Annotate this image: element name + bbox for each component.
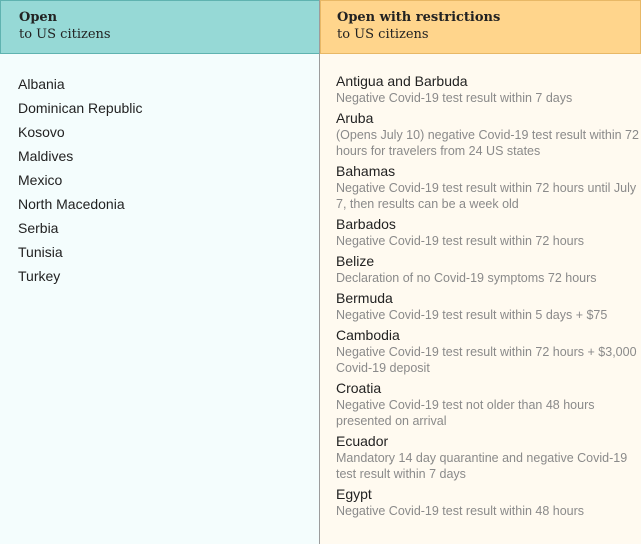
country-note: Declaration of no Covid-19 symptoms 72 h… — [336, 271, 597, 285]
list-item: Dominican Republic — [18, 100, 143, 116]
list-item: Bahamas Negative Covid-19 test result wi… — [336, 163, 641, 212]
country-name: Bermuda — [336, 290, 393, 306]
restricted-title: Open with restrictions — [337, 10, 501, 25]
list-item: Egypt Negative Covid-19 test result with… — [336, 486, 641, 519]
restricted-column: Open with restrictions to US citizens An… — [320, 0, 641, 544]
list-item: North Macedonia — [18, 196, 125, 212]
list-item: Mexico — [18, 172, 63, 188]
country-name: Belize — [336, 253, 375, 269]
country-note: Mandatory 14 day quarantine and negative… — [336, 451, 628, 481]
list-item: Barbados Negative Covid-19 test result w… — [336, 216, 641, 249]
restricted-header: Open with restrictions to US citizens — [320, 0, 641, 54]
list-item: Tunisia — [18, 244, 63, 260]
country-name: Croatia — [336, 380, 382, 396]
country-name: Egypt — [336, 486, 372, 502]
country-note: Negative Covid-19 test result within 5 d… — [336, 308, 608, 322]
country-note: Negative Covid-19 test result within 7 d… — [336, 91, 573, 105]
country-note: Negative Covid-19 test not older than 48… — [336, 398, 595, 428]
list-item: Cambodia Negative Covid-19 test result w… — [336, 327, 641, 376]
country-note: Negative Covid-19 test result within 72 … — [336, 345, 637, 375]
list-item: Turkey — [18, 268, 61, 284]
restricted-subtitle: to US citizens — [337, 27, 429, 42]
country-note: Negative Covid-19 test result within 72 … — [336, 181, 637, 211]
country-note: (Opens July 10) negative Covid-19 test r… — [336, 128, 639, 158]
open-column: Open to US citizens Albania Dominican Re… — [0, 0, 320, 544]
country-name: Aruba — [336, 110, 374, 126]
country-name: Antigua and Barbuda — [336, 73, 468, 89]
open-subtitle: to US citizens — [19, 27, 111, 42]
list-item: Albania — [18, 76, 65, 92]
list-item: Serbia — [18, 220, 59, 236]
open-country-list: Albania Dominican Republic Kosovo Maldiv… — [0, 54, 320, 288]
country-name: Barbados — [336, 216, 396, 232]
open-title: Open — [19, 10, 58, 25]
country-name: Ecuador — [336, 433, 389, 449]
restricted-country-list: Antigua and Barbuda Negative Covid-19 te… — [320, 54, 641, 519]
list-item: Kosovo — [18, 124, 65, 140]
open-header: Open to US citizens — [0, 0, 320, 54]
country-note: Negative Covid-19 test result within 48 … — [336, 504, 585, 518]
list-item: Antigua and Barbuda Negative Covid-19 te… — [336, 73, 641, 106]
list-item: Aruba (Opens July 10) negative Covid-19 … — [336, 110, 641, 159]
list-item: Belize Declaration of no Covid-19 sympto… — [336, 253, 641, 286]
list-item: Croatia Negative Covid-19 test not older… — [336, 380, 641, 429]
country-note: Negative Covid-19 test result within 72 … — [336, 234, 585, 248]
country-name: Bahamas — [336, 163, 396, 179]
list-item: Bermuda Negative Covid-19 test result wi… — [336, 290, 641, 323]
list-item: Ecuador Mandatory 14 day quarantine and … — [336, 433, 641, 482]
list-item: Maldives — [18, 148, 74, 164]
country-name: Cambodia — [336, 327, 400, 343]
